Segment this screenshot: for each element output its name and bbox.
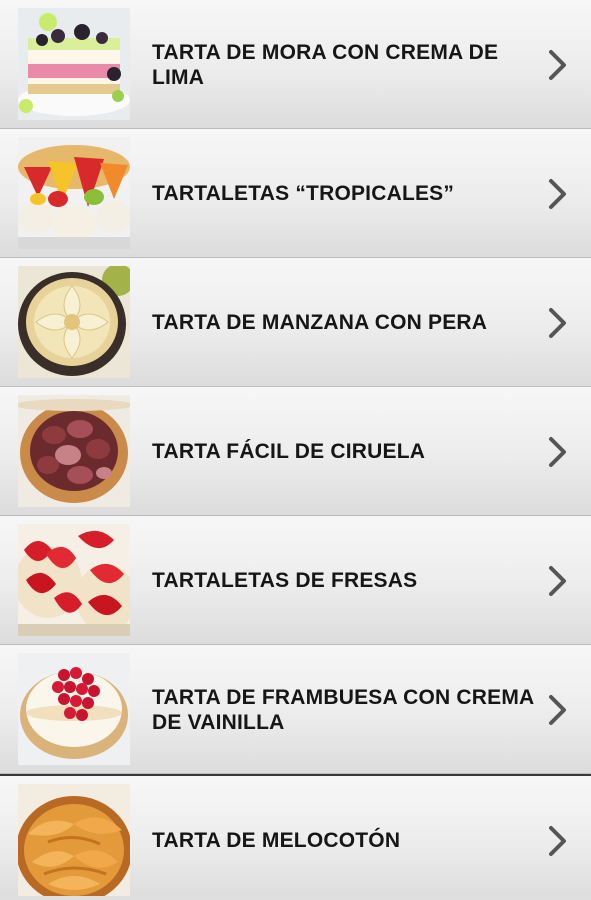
recipe-list: TARTA DE MORA CON CREMA DE LIMA TARTALET… (0, 0, 591, 900)
recipe-title: TARTA FÁCIL DE CIRUELA (152, 440, 426, 463)
peach-tart-photo (18, 784, 130, 896)
recipe-title: TARTA DE MORA CON CREMA DE LIMA (152, 40, 499, 89)
recipe-title: TARTA DE FRAMBUESA CON CREMA DE VAINILLA (152, 685, 534, 734)
recipe-row-frambuesa-vainilla[interactable]: TARTA DE FRAMBUESA CON CREMA DE VAINILLA (0, 645, 591, 774)
recipe-row-tartaletas-tropicales[interactable]: TARTALETAS “TROPICALES” (0, 129, 591, 258)
chevron-right-icon (543, 258, 573, 387)
recipe-title: TARTALETAS “TROPICALES” (152, 182, 455, 205)
recipe-row-melocoton[interactable]: TARTA DE MELOCOTÓN (0, 774, 591, 900)
chevron-right-icon (543, 516, 573, 645)
recipe-row-mora-lima[interactable]: TARTA DE MORA CON CREMA DE LIMA (0, 0, 591, 129)
plum-tart-photo (18, 395, 130, 507)
recipe-row-ciruela[interactable]: TARTA FÁCIL DE CIRUELA (0, 387, 591, 516)
tropical-tartlets-photo (18, 137, 130, 249)
strawberry-tartlets-photo (18, 524, 130, 636)
raspberry-vanilla-tart-photo (18, 653, 130, 765)
chevron-right-icon (543, 645, 573, 774)
recipe-title: TARTALETAS DE FRESAS (152, 569, 418, 592)
chevron-right-icon (543, 0, 573, 129)
blackberry-lime-cake-photo (18, 8, 130, 120)
chevron-right-icon (543, 387, 573, 516)
chevron-right-icon (543, 776, 573, 900)
recipe-title: TARTA DE MANZANA CON PERA (152, 311, 488, 334)
apple-pear-tart-photo (18, 266, 130, 378)
chevron-right-icon (543, 129, 573, 258)
recipe-row-fresas[interactable]: TARTALETAS DE FRESAS (0, 516, 591, 645)
recipe-row-manzana-pera[interactable]: TARTA DE MANZANA CON PERA (0, 258, 591, 387)
recipe-title: TARTA DE MELOCOTÓN (152, 829, 401, 852)
